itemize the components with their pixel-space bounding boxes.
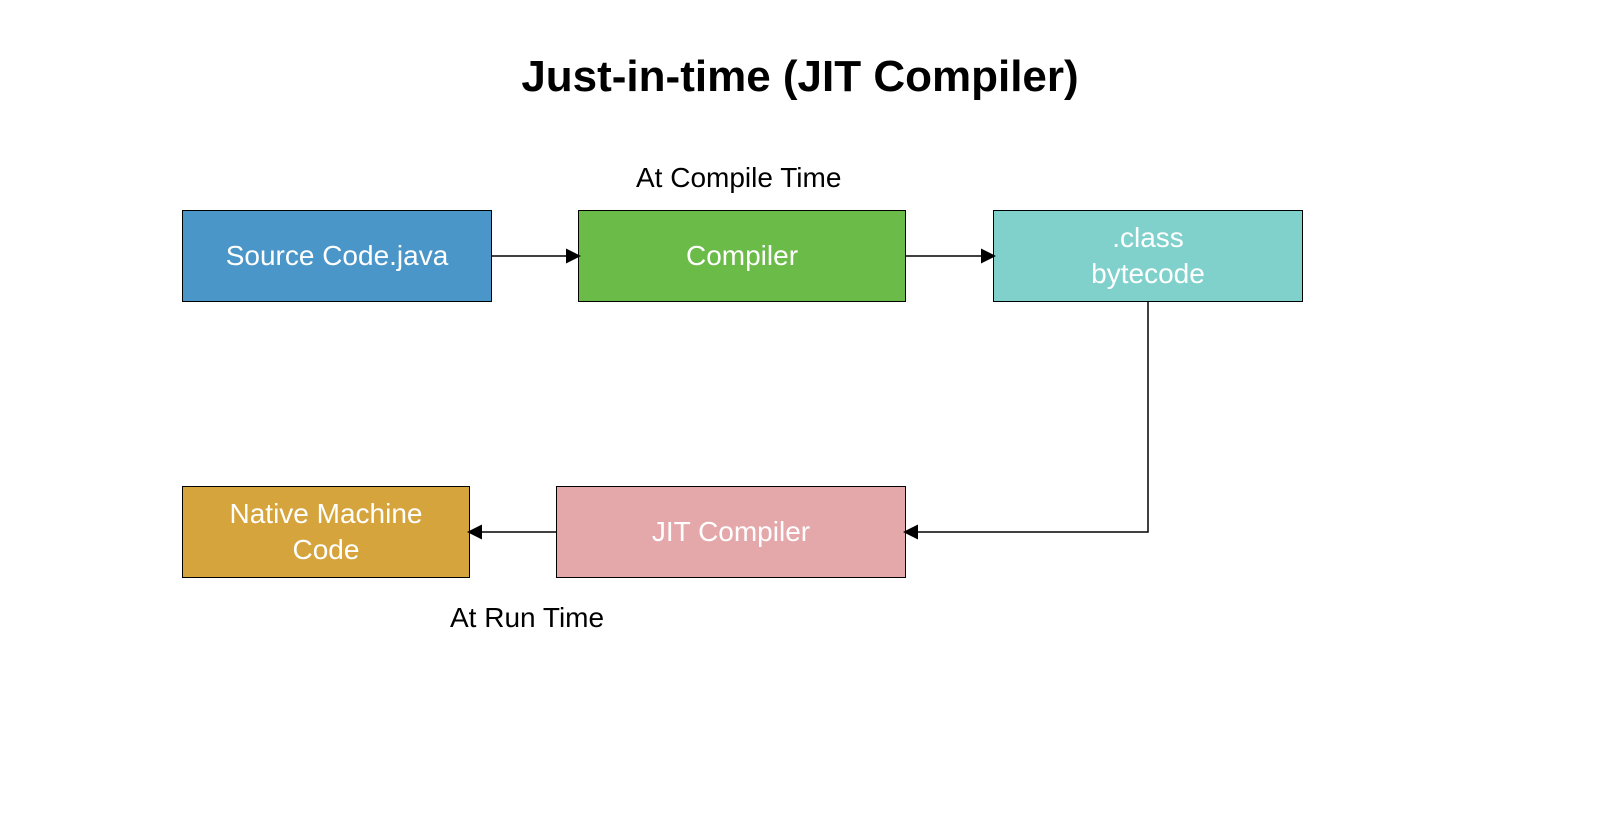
compile-time-label: At Compile Time [636, 162, 841, 194]
run-time-label: At Run Time [450, 602, 604, 634]
box-compiler: Compiler [578, 210, 906, 302]
box-bytecode: .classbytecode [993, 210, 1303, 302]
box-jit-compiler: JIT Compiler [556, 486, 906, 578]
diagram-title: Just-in-time (JIT Compiler) [0, 52, 1600, 102]
connectors-svg [0, 0, 1600, 826]
box-native-machine-code: Native MachineCode [182, 486, 470, 578]
box-source-code: Source Code.java [182, 210, 492, 302]
